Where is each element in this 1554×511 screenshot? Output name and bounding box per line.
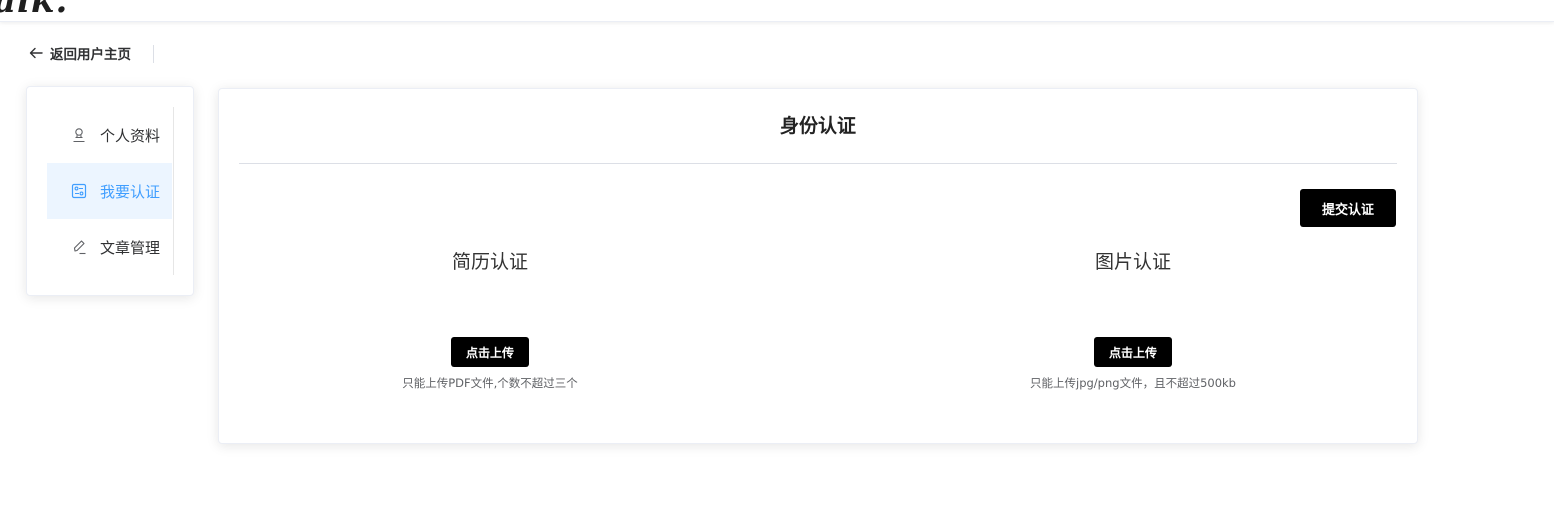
title-divider <box>239 163 1397 164</box>
back-link-label: 返回用户主页 <box>50 47 131 63</box>
sidebar-item-label: 个人资料 <box>100 127 161 145</box>
user-icon <box>73 128 85 143</box>
upload-hint: 只能上传jpg/png文件，且不超过500kb <box>1030 376 1236 390</box>
top-navbar: alk. <box>0 0 1554 22</box>
back-to-user-home-link[interactable]: 返回用户主页 <box>28 44 131 63</box>
section-title: 简历认证 <box>451 251 528 273</box>
edit-icon <box>73 240 86 255</box>
resume-upload-button[interactable]: 点击上传 <box>451 337 529 367</box>
identity-verification-card: 身份认证 提交认证 简历认证 点击上传 只能上传PDF文件,个数不超过三个 图片… <box>218 88 1418 444</box>
sidebar-menu: 个人资料 我要认证 文章管理 <box>47 107 174 275</box>
site-logo[interactable]: alk. <box>0 0 68 21</box>
section-title: 图片认证 <box>1094 251 1171 273</box>
page-title: 身份认证 <box>779 115 856 137</box>
sidebar-item-profile[interactable]: 个人资料 <box>47 107 172 163</box>
arrow-left-icon <box>29 47 43 59</box>
header-divider <box>153 45 154 63</box>
upload-hint: 只能上传PDF文件,个数不超过三个 <box>402 376 578 390</box>
image-verification-section: 图片认证 点击上传 只能上传jpg/png文件，且不超过500kb <box>853 247 1413 397</box>
submit-verification-button[interactable]: 提交认证 <box>1300 189 1396 227</box>
sidebar-item-label: 我要认证 <box>100 183 161 201</box>
sidebar-item-label: 文章管理 <box>100 239 161 257</box>
sidebar-item-certification[interactable]: 我要认证 <box>47 163 172 219</box>
image-upload-button[interactable]: 点击上传 <box>1094 337 1172 367</box>
sidebar-card: 个人资料 我要认证 文章管理 <box>26 86 194 296</box>
sidebar-item-articles[interactable]: 文章管理 <box>47 219 172 275</box>
certificate-icon <box>71 183 87 199</box>
resume-verification-section: 简历认证 点击上传 只能上传PDF文件,个数不超过三个 <box>210 247 770 397</box>
